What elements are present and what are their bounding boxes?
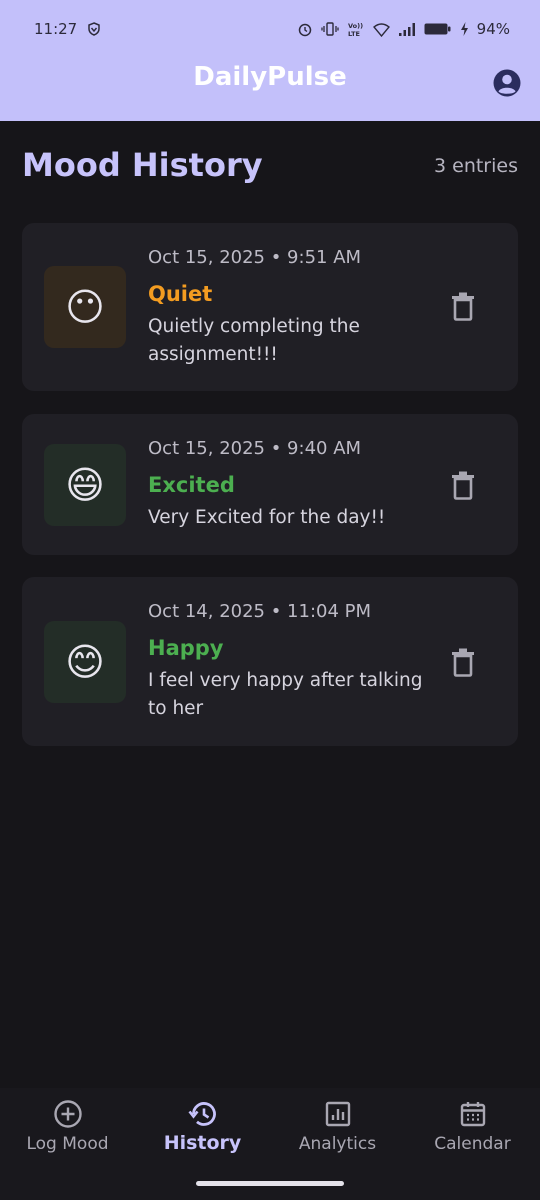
mood-emoji: 😊 [65, 640, 105, 684]
mood-entry-card[interactable]: 😊 Oct 14, 2025 • 11:04 PM Happy I feel v… [22, 577, 518, 746]
account-icon[interactable] [492, 68, 522, 98]
delete-icon[interactable] [450, 470, 476, 500]
alarm-icon [298, 23, 311, 37]
mood-emoji: 😶 [65, 285, 105, 329]
nav-label: History [163, 1132, 242, 1154]
page-title: Mood History [22, 146, 263, 184]
nav-item-calendar[interactable]: Calendar [405, 1088, 540, 1168]
mood-entry-text: Oct 15, 2025 • 9:51 AM Quiet Quietly com… [148, 245, 428, 369]
entry-date: Oct 15, 2025 • 9:40 AM [148, 438, 362, 459]
app-header: 11:27 Vo)) LTE 94% DailyPulse [0, 0, 540, 121]
mood-emoji-box: 😄 [44, 444, 126, 526]
signal-icon [398, 22, 415, 36]
battery-percentage: 94% [476, 20, 510, 38]
entry-mood: Happy [148, 636, 224, 660]
entry-note: Very Excited for the day!! [148, 507, 386, 528]
delete-icon[interactable] [450, 647, 476, 677]
charging-icon [460, 22, 468, 36]
status-bar: 11:27 Vo)) LTE 94% [0, 0, 540, 58]
battery-icon [424, 23, 451, 35]
nav-item-analytics[interactable]: Analytics [270, 1088, 405, 1168]
nav-label: Log Mood [26, 1134, 109, 1154]
entry-note: Quietly completing the assignment!!! [148, 316, 360, 365]
mood-entry-card[interactable]: 😄 Oct 15, 2025 • 9:40 AM Excited Very Ex… [22, 414, 518, 555]
entry-count: 3 entries [434, 155, 518, 177]
entry-date: Oct 14, 2025 • 11:04 PM [148, 601, 372, 622]
shield-icon [88, 22, 100, 36]
svg-text:Vo)): Vo)) [348, 22, 363, 30]
nav-item-history[interactable]: History [135, 1088, 270, 1168]
plus-circle-icon [53, 1100, 82, 1128]
entry-mood: Quiet [148, 282, 213, 306]
mood-entry-text: Oct 15, 2025 • 9:40 AM Excited Very Exci… [148, 436, 428, 532]
volte-icon: Vo)) LTE [348, 22, 363, 37]
calendar-icon [460, 1102, 485, 1127]
entry-date: Oct 15, 2025 • 9:51 AM [148, 247, 362, 268]
status-time: 11:27 [34, 20, 78, 38]
app-title: DailyPulse [193, 62, 347, 92]
mood-emoji-box: 😊 [44, 621, 126, 703]
wifi-icon [372, 22, 390, 37]
nav-label: Calendar [434, 1134, 511, 1154]
mood-entry-card[interactable]: 😶 Oct 15, 2025 • 9:51 AM Quiet Quietly c… [22, 223, 518, 391]
mood-entry-text: Oct 14, 2025 • 11:04 PM Happy I feel ver… [148, 599, 428, 723]
svg-text:LTE: LTE [348, 30, 360, 37]
mood-emoji: 😄 [65, 463, 105, 507]
delete-icon[interactable] [450, 291, 476, 321]
entry-mood: Excited [148, 473, 235, 497]
entry-note: I feel very happy after talking to her [148, 670, 423, 719]
vibrate-icon [321, 22, 339, 36]
nav-item-log-mood[interactable]: Log Mood [0, 1088, 135, 1168]
history-icon [187, 1102, 216, 1126]
nav-label: Analytics [298, 1134, 377, 1154]
home-indicator[interactable] [196, 1181, 344, 1186]
mood-emoji-box: 😶 [44, 266, 126, 348]
analytics-icon [325, 1101, 350, 1127]
